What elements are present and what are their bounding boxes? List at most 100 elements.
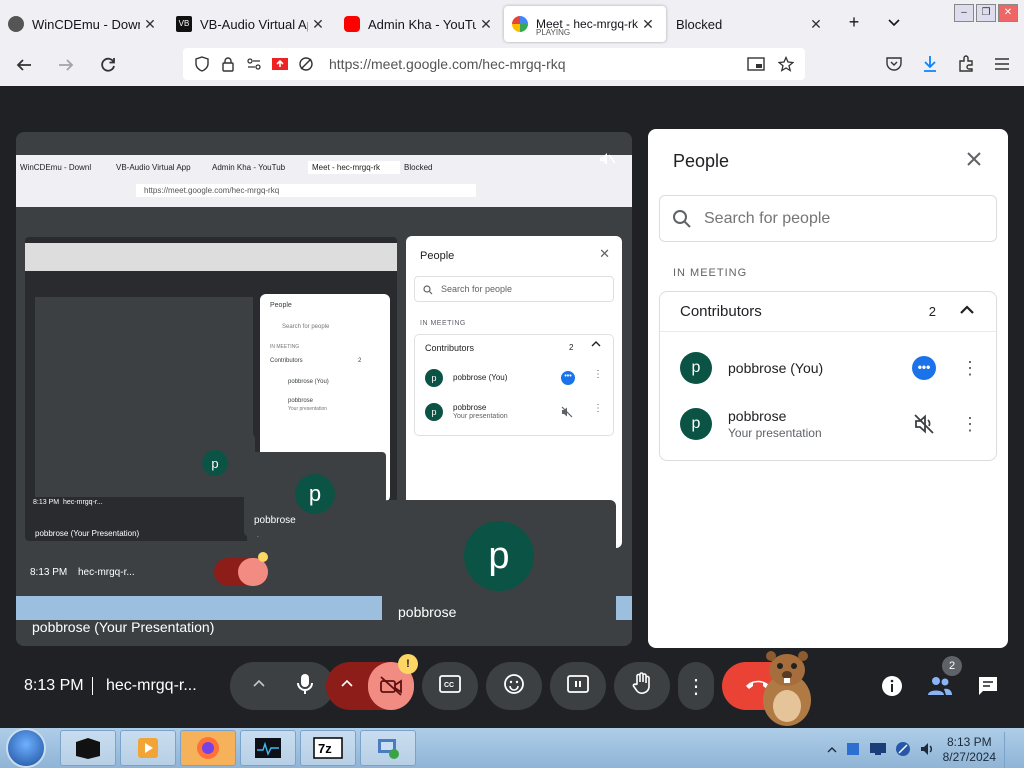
self-tile: p pobbrose xyxy=(382,500,616,632)
group-label: Contributors xyxy=(680,303,762,320)
meet-icon xyxy=(512,16,528,32)
tray-expand-chevron-icon[interactable] xyxy=(827,743,837,757)
tray-network-icon[interactable] xyxy=(895,741,911,760)
show-desktop-button[interactable] xyxy=(1004,732,1016,768)
section-label: IN MEETING xyxy=(673,267,748,279)
browser-nav-bar: https://meet.google.com/hec-mrgq-rkq xyxy=(0,44,1024,86)
url-text: https://meet.google.com/hec-mrgq-rkq xyxy=(329,56,566,72)
lock-icon[interactable] xyxy=(215,51,241,77)
taskbar-7zip-icon[interactable]: 7z xyxy=(300,730,356,766)
emoji-smile-icon xyxy=(503,673,525,700)
window-close-button[interactable]: ✕ xyxy=(998,4,1018,22)
meeting-info-icon[interactable] xyxy=(878,672,906,700)
tab-vb-audio[interactable]: VB VB-Audio Virtual App ✕ xyxy=(168,6,336,42)
tray-clock[interactable]: 8:13 PM 8/27/2024 xyxy=(943,735,996,765)
tray-flag-icon[interactable] xyxy=(845,741,861,760)
participant-row: p pobbrose Your presentation ⋮ xyxy=(660,396,996,452)
video-options-chevron-icon[interactable] xyxy=(326,677,368,696)
address-bar[interactable]: https://meet.google.com/hec-mrgq-rkq xyxy=(183,48,805,80)
tab-blocked[interactable]: Blocked ✕ xyxy=(666,6,834,42)
more-options-dots-icon[interactable]: ••• xyxy=(912,356,936,380)
pocket-icon[interactable] xyxy=(878,48,910,80)
presentation-stage: WinCDEmu - Downl VB-Audio Virtual App Ad… xyxy=(16,132,632,646)
close-tab-icon[interactable]: ✕ xyxy=(140,16,160,33)
close-tab-icon[interactable]: ✕ xyxy=(638,16,658,33)
new-tab-button[interactable]: + xyxy=(834,4,874,40)
blocked-autoplay-icon[interactable] xyxy=(293,51,319,77)
captured-url: https://meet.google.com/hec-mrgq-rkq xyxy=(136,183,476,197)
extensions-icon[interactable] xyxy=(950,48,982,80)
captured-person-name: pobbrose xyxy=(453,403,487,412)
captured-tab: Admin Kha - YouTub xyxy=(212,162,286,172)
meeting-time: 8:13 PM xyxy=(24,677,84,694)
captured-panel-title: People xyxy=(420,250,455,262)
taskbar-app-dark-icon[interactable] xyxy=(60,730,116,766)
picture-in-picture-icon[interactable] xyxy=(743,51,769,77)
taskbar-media-player-icon[interactable] xyxy=(120,730,176,766)
close-tab-icon[interactable]: ✕ xyxy=(476,16,496,33)
captions-button[interactable]: CC xyxy=(422,662,478,710)
taskbar-firefox-icon[interactable] xyxy=(180,730,236,766)
search-people-input[interactable] xyxy=(704,209,964,228)
tab-title: Admin Kha - YouTub xyxy=(368,16,476,32)
start-button-windows-icon[interactable] xyxy=(6,728,46,768)
downloads-icon[interactable] xyxy=(914,48,946,80)
minimize-button[interactable]: – xyxy=(954,4,974,22)
tray-display-icon[interactable] xyxy=(869,742,887,759)
wincdemu-icon xyxy=(8,16,24,32)
people-icon[interactable] xyxy=(926,672,954,700)
group-count: 2 xyxy=(928,304,936,319)
taskbar-installer-icon[interactable] xyxy=(360,730,416,766)
captured-browser-chrome: WinCDEmu - Downl VB-Audio Virtual App Ad… xyxy=(16,155,632,207)
raise-hand-button[interactable] xyxy=(614,662,670,710)
captured-section: IN MEETING xyxy=(270,344,300,350)
kebab-menu-icon[interactable]: ⋮ xyxy=(958,414,982,435)
audio-options-chevron-icon[interactable] xyxy=(236,677,282,696)
maximize-button[interactable]: ❐ xyxy=(976,4,996,22)
captured-group-box: Contributors 2 p pobbrose (You) ••• ⋮ p … xyxy=(414,334,614,436)
tab-youtube[interactable]: Admin Kha - YouTub ✕ xyxy=(336,6,504,42)
captured-more-dots-icon: ••• xyxy=(561,371,575,385)
captured-search-placeholder: Search for people xyxy=(441,284,513,294)
list-tabs-chevron-icon[interactable] xyxy=(874,4,914,40)
kebab-menu-icon[interactable]: ⋮ xyxy=(958,358,982,379)
present-button[interactable] xyxy=(550,662,606,710)
search-people-box[interactable] xyxy=(659,195,997,242)
permissions-icon[interactable] xyxy=(241,51,267,77)
captured-tab: WinCDEmu - Downl xyxy=(20,162,92,172)
captured-panel-close-icon: ✕ xyxy=(599,246,610,261)
avatar: p xyxy=(202,450,228,476)
bookmark-star-icon[interactable] xyxy=(773,51,799,77)
back-arrow-icon[interactable] xyxy=(6,47,42,83)
reload-icon[interactable] xyxy=(90,47,126,83)
close-panel-icon[interactable] xyxy=(960,147,988,175)
forward-arrow-icon[interactable] xyxy=(48,47,84,83)
contributors-header[interactable]: Contributors 2 xyxy=(660,292,996,332)
taskbar-monitor-app-icon[interactable] xyxy=(240,730,296,766)
tab-meet[interactable]: Meet - hec-mrgq-rk PLAYING ✕ xyxy=(504,6,666,42)
window-controls: – ❐ ✕ xyxy=(954,4,1018,22)
participant-subtitle: Your presentation xyxy=(728,426,822,440)
captured-group-count: 2 xyxy=(569,343,574,352)
tab-wincdemu[interactable]: WinCDEmu - Downl ✕ xyxy=(0,6,168,42)
participant-row: p pobbrose (You) ••• ⋮ xyxy=(660,340,996,396)
close-tab-icon[interactable]: ✕ xyxy=(806,16,826,33)
chevron-up-icon[interactable] xyxy=(956,302,978,322)
shield-icon[interactable] xyxy=(189,51,215,77)
tray-volume-icon[interactable] xyxy=(919,741,935,760)
emoji-button[interactable] xyxy=(486,662,542,710)
toolbar-right xyxy=(878,48,1018,80)
hamburger-menu-icon[interactable] xyxy=(986,48,1018,80)
tab-title: Blocked xyxy=(676,16,723,32)
screen-share-icon[interactable] xyxy=(267,51,293,77)
captured-person: pobbrose xyxy=(288,398,314,404)
microphone-icon[interactable] xyxy=(282,673,328,700)
captured-person-sub: Your presentation xyxy=(453,413,508,420)
chat-icon[interactable] xyxy=(974,672,1002,700)
muted-speaker-icon[interactable] xyxy=(912,412,936,436)
captured-code: hec-mrgq-r... xyxy=(63,499,103,506)
more-options-button[interactable]: ⋮ xyxy=(678,662,714,710)
captured-tab: Meet - hec-mrgq-rk xyxy=(308,160,400,174)
captured-group-label: Contributors xyxy=(425,343,475,353)
close-tab-icon[interactable]: ✕ xyxy=(308,16,328,33)
